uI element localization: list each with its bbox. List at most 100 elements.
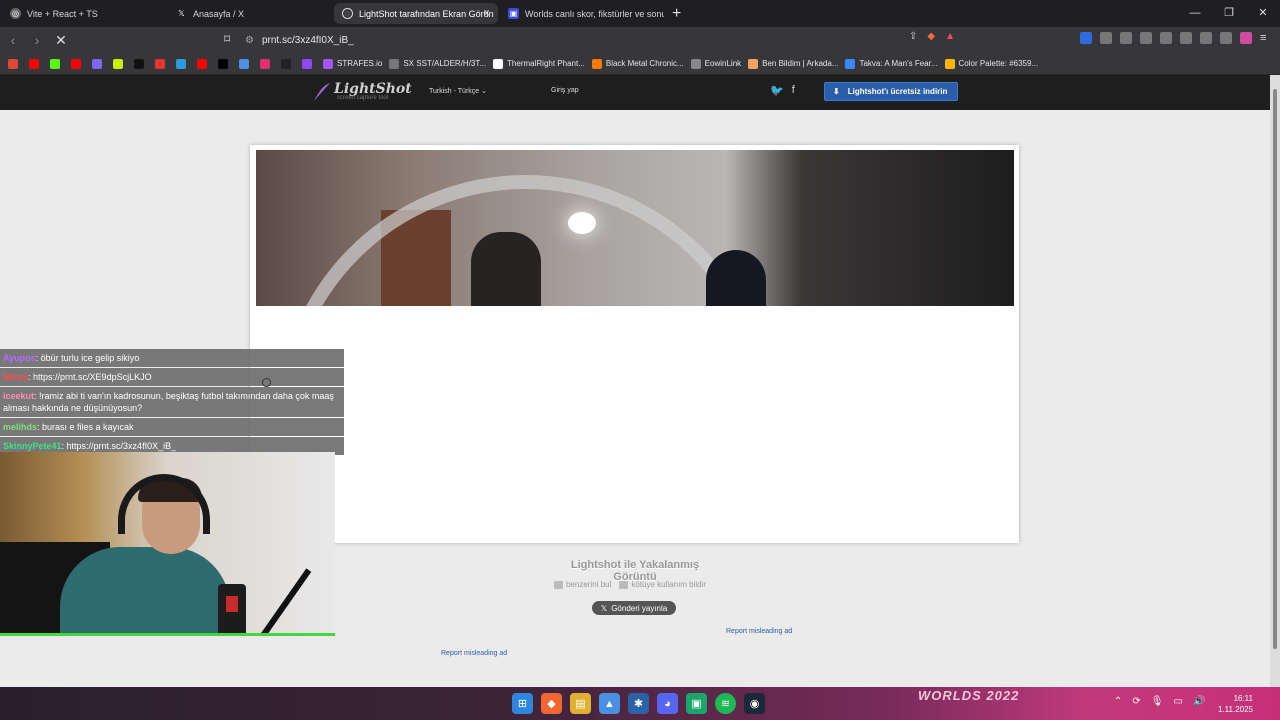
bookmark-item[interactable] [50, 58, 64, 69]
shield-icon[interactable] [1220, 32, 1232, 44]
page-scrollbar[interactable] [1270, 75, 1280, 687]
chat-text: : öbür turlu ice gelip sikiyo [35, 353, 140, 363]
taskbar-clock[interactable]: 16:11 1.11.2025 [1218, 693, 1253, 715]
report-abuse-link[interactable]: kötüye kullanım bildir [619, 580, 706, 589]
site-settings-icon[interactable]: ⚙ [245, 35, 254, 46]
sync-icon[interactable]: ⟳ [1132, 696, 1140, 707]
forward-icon[interactable]: › [26, 32, 48, 48]
back-icon[interactable]: ‹ [2, 32, 24, 48]
bookmark-item[interactable] [155, 58, 169, 69]
bookmark-item[interactable] [239, 58, 253, 69]
discord-icon[interactable]: ◕ [657, 693, 678, 714]
bookmark-item[interactable]: STRAFES.io [323, 58, 383, 69]
worlds-icon: ▣ [508, 8, 519, 19]
brave-rewards-icon[interactable]: ▲ [945, 31, 955, 42]
brave-shields-icon[interactable]: ◆ [927, 31, 935, 42]
bookmark-item[interactable] [176, 58, 190, 69]
network-icon[interactable]: ▭ [1173, 696, 1182, 707]
bookmark-item[interactable] [8, 58, 22, 69]
bookmark-item[interactable]: ThermalRight Phant... [493, 58, 585, 69]
file-explorer-icon[interactable]: ▤ [570, 693, 591, 714]
dark-figure-shape [706, 250, 766, 306]
tab-vite[interactable]: ◎ Vite + React + TS [2, 3, 166, 24]
close-window-icon[interactable]: ✕ [1246, 0, 1280, 27]
menu-icon[interactable]: ≡ [1260, 32, 1272, 44]
photos-icon[interactable]: ▲ [599, 693, 620, 714]
bookmark-item[interactable] [218, 58, 232, 69]
bookmark-favicon-icon [323, 58, 333, 69]
download-button[interactable]: ⬇ Lightshot'ı ücretsiz indirin [824, 82, 958, 101]
login-link[interactable]: Giriş yap [551, 87, 579, 94]
stop-loading-icon[interactable]: ✕ [50, 32, 72, 49]
volume-icon[interactable]: 🔊 [1193, 696, 1205, 707]
report-misleading-ad-link[interactable]: Report misleading ad [726, 628, 792, 635]
tweet-label: Gönderi yayınla [611, 603, 668, 613]
reader-icon[interactable] [1160, 32, 1172, 44]
bookmark-item[interactable] [197, 58, 211, 69]
profile-icon[interactable] [1240, 32, 1252, 44]
extension-icon[interactable] [1100, 32, 1112, 44]
bookmark-favicon-icon [493, 58, 504, 69]
globe-icon: ◎ [10, 8, 21, 19]
language-selector[interactable]: Turkish - Türkçe ⌄ [429, 87, 487, 95]
mic-icon[interactable]: 🎙 [1151, 696, 1164, 707]
bookmarks-bar: STRAFES.io SX SST/ALDER/H/3T... ThermalRig… [0, 53, 1280, 75]
bookmark-item[interactable] [71, 58, 85, 69]
vpn-icon[interactable] [1180, 32, 1192, 44]
find-similar-link[interactable]: benzerini bul [554, 580, 611, 589]
clock-time: 16:11 [1233, 694, 1253, 703]
bookmark-item[interactable] [92, 58, 106, 69]
app-icon[interactable]: ▣ [686, 693, 707, 714]
spotify-icon[interactable]: ≋ [715, 693, 736, 714]
facebook-icon[interactable]: f [792, 84, 795, 97]
tab-lightshot[interactable]: ◌ LightShot tarafından Ekran Görün × [334, 3, 498, 24]
minimize-icon[interactable]: — [1178, 0, 1212, 27]
bookmark-favicon-icon [302, 58, 312, 69]
screenshot-frame [250, 145, 1019, 543]
bookmark-item[interactable]: Ben Bildim | Arkada... [748, 58, 838, 69]
chevron-up-icon[interactable]: ⌃ [1114, 696, 1122, 707]
brave-icon[interactable]: ◆ [541, 693, 562, 714]
bookmark-item[interactable]: Black Metal Chronic... [591, 58, 684, 69]
close-tab-icon[interactable]: × [483, 6, 490, 20]
download-icon: ⬇ [833, 87, 840, 96]
share-icon[interactable]: ⇪ [909, 31, 917, 42]
bookmark-item[interactable] [113, 58, 127, 69]
lightshot-logo[interactable]: LightShot screen capture tool [312, 81, 412, 101]
bookmark-item[interactable] [134, 58, 148, 69]
bookmark-item[interactable]: EowinLink [690, 58, 741, 69]
bookmark-item[interactable] [281, 58, 295, 69]
wallet-icon[interactable] [1080, 32, 1092, 44]
x-logo-icon: 𝕏 [178, 9, 185, 18]
bookmark-item[interactable]: SX SST/ALDER/H/3T... [389, 58, 486, 69]
bookmark-item[interactable]: Takva: A Man's Fear... [845, 58, 938, 69]
restore-icon[interactable]: ❐ [1212, 0, 1246, 27]
bookmark-item[interactable]: Color Palette: #6359... [944, 58, 1038, 69]
bookmark-item[interactable] [29, 58, 43, 69]
bookmark-favicon-icon [281, 58, 291, 69]
lightshot-icon: ◌ [342, 8, 353, 19]
bookmark-item[interactable] [260, 58, 274, 69]
lightshot-header: LightShot screen capture tool Turkish - … [0, 75, 1270, 110]
address-bar[interactable]: ⚙ prnt.sc/3xz4fI0X_iB_ ⇪ ◆ ▲ [245, 30, 965, 50]
start-icon[interactable]: ⊞ [512, 693, 533, 714]
bookmark-item[interactable] [302, 58, 316, 69]
tweet-button[interactable]: 𝕏 Gönderi yayınla [592, 601, 676, 615]
sidebar-icon[interactable] [1140, 32, 1152, 44]
steam-icon[interactable]: ◉ [744, 693, 765, 714]
settings-icon[interactable]: ✱ [628, 693, 649, 714]
bookmark-favicon-icon [71, 58, 81, 69]
leo-icon[interactable] [1200, 32, 1212, 44]
report-misleading-ad-link[interactable]: Report misleading ad [441, 650, 507, 657]
tab-title: Worlds canlı skor, fikstürler ve sonuç [525, 8, 664, 19]
puzzle-icon[interactable] [1120, 32, 1132, 44]
scrollbar-thumb[interactable] [1273, 89, 1277, 649]
screenshot-image[interactable] [256, 150, 1014, 306]
tab-x-home[interactable]: 𝕏 Anasayfa / X [168, 3, 332, 24]
bookmark-icon[interactable]: ⌑ [224, 32, 230, 46]
twitter-icon[interactable]: 🐦 [770, 84, 784, 97]
new-tab-button[interactable]: + [672, 5, 681, 23]
tab-worlds[interactable]: ▣ Worlds canlı skor, fikstürler ve sonuç [500, 3, 664, 24]
bookmark-label: STRAFES.io [337, 59, 383, 68]
bookmark-favicon-icon [113, 58, 123, 69]
